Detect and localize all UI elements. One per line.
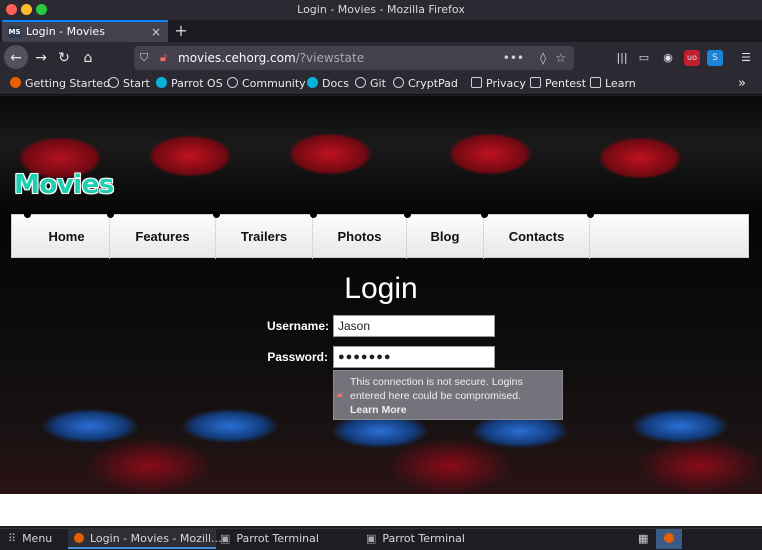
main-menu: Home Features Trailers Photos Blog Conta… xyxy=(11,211,749,259)
tab-login-movies[interactable]: MS Login - Movies × xyxy=(2,20,168,42)
extension-s-icon[interactable]: S xyxy=(707,50,723,66)
password-input[interactable]: ●●●●●●● xyxy=(333,346,495,368)
globe-icon xyxy=(355,77,366,88)
bookmark-parrot-os[interactable]: Parrot OS xyxy=(156,76,223,92)
warning-text: This connection is not secure. Logins en… xyxy=(350,376,523,402)
bookmarks-overflow-icon[interactable]: » xyxy=(738,76,746,92)
account-icon[interactable]: ◉ xyxy=(660,50,676,66)
login-heading: Login xyxy=(344,272,418,305)
firefox-icon xyxy=(74,533,84,543)
parrot-icon xyxy=(307,77,318,88)
new-tab-button[interactable]: + xyxy=(172,20,190,42)
globe-icon xyxy=(108,77,119,88)
page-footer-area xyxy=(0,494,762,526)
insecure-lock-icon[interactable]: 🔓︎ xyxy=(160,46,167,70)
menu-dot xyxy=(587,211,594,218)
url-host: movies.cehorg.com xyxy=(178,51,296,65)
menu-home[interactable]: Home xyxy=(24,215,110,259)
folder-icon xyxy=(530,77,541,88)
library-icon[interactable]: ||| xyxy=(614,50,630,66)
shield-icon[interactable]: ⛉ xyxy=(140,46,148,70)
username-input[interactable]: Jason xyxy=(333,315,495,337)
tab-close-icon[interactable]: × xyxy=(151,22,161,42)
password-label: Password: xyxy=(267,350,328,364)
insecure-login-warning: 🔓︎ This connection is not secure. Logins… xyxy=(333,370,563,420)
menu-contacts[interactable]: Contacts xyxy=(484,215,590,259)
folder-icon xyxy=(590,77,601,88)
insecure-lock-icon: 🔓︎ xyxy=(337,389,344,400)
learn-more-link[interactable]: Learn More xyxy=(350,403,407,417)
reload-button[interactable]: ↻ xyxy=(53,47,75,69)
maximize-window-button[interactable] xyxy=(36,4,47,15)
menu-photos[interactable]: Photos xyxy=(313,215,407,259)
minimize-window-button[interactable] xyxy=(21,4,32,15)
taskbar-item-terminal-2[interactable]: ▣ Parrot Terminal xyxy=(366,529,465,549)
menu-trailers[interactable]: Trailers xyxy=(216,215,313,259)
workspace-icon[interactable]: ▦ xyxy=(638,529,652,549)
page-actions-icon[interactable]: ••• xyxy=(503,46,524,70)
bookmark-git[interactable]: Git xyxy=(355,76,386,92)
site-logo[interactable]: Movies xyxy=(14,170,114,200)
parrot-icon xyxy=(156,77,167,88)
sidebar-icon[interactable]: ▭ xyxy=(636,50,652,66)
window-title: Login - Movies - Mozilla Firefox xyxy=(297,3,465,16)
bookmark-folder-privacy[interactable]: Privacy xyxy=(471,76,526,92)
url-bar[interactable]: ⛉ 🔓︎ movies.cehorg.com/?viewstate ••• ◊ … xyxy=(134,46,574,70)
close-window-button[interactable] xyxy=(6,4,17,15)
bookmark-start[interactable]: Start xyxy=(108,76,150,92)
menu-blog[interactable]: Blog xyxy=(407,215,484,259)
taskbar-item-firefox[interactable]: Login - Movies - Mozill... xyxy=(68,529,222,549)
bookmark-community[interactable]: Community xyxy=(227,76,306,92)
username-label: Username: xyxy=(266,319,329,333)
bookmark-cryptpad[interactable]: CryptPad xyxy=(393,76,458,92)
hamburger-menu-icon[interactable]: ☰ xyxy=(738,50,754,66)
apps-grid-icon: ⠿ xyxy=(8,532,17,545)
home-button[interactable]: ⌂ xyxy=(77,47,99,69)
globe-icon xyxy=(227,77,238,88)
bookmark-docs[interactable]: Docs xyxy=(307,76,349,92)
pocket-icon[interactable]: ◊ xyxy=(540,46,546,70)
web-page: Movies Home Features Trailers Photos Blo… xyxy=(0,96,762,526)
bookmark-folder-pentest[interactable]: Pentest xyxy=(530,76,586,92)
folder-icon xyxy=(471,77,482,88)
taskbar-item-terminal-1[interactable]: ▣ Parrot Terminal xyxy=(220,529,319,549)
bookmark-getting-started[interactable]: Getting Started xyxy=(10,76,110,92)
ublock-icon[interactable]: uo xyxy=(684,50,700,66)
bookmark-star-icon[interactable]: ☆ xyxy=(555,46,566,70)
menu-features[interactable]: Features xyxy=(110,215,216,259)
firefox-icon xyxy=(10,77,21,88)
taskbar-menu-button[interactable]: ⠿ Menu xyxy=(8,529,52,549)
back-arrow-icon: ← xyxy=(10,50,22,66)
tray-firefox-icon[interactable] xyxy=(656,529,682,549)
forward-button[interactable]: → xyxy=(30,47,52,69)
bookmark-folder-learn[interactable]: Learn xyxy=(590,76,636,92)
terminal-icon: ▣ xyxy=(220,532,231,545)
site-favicon-icon: MS xyxy=(8,26,21,38)
tab-title: Login - Movies xyxy=(26,25,105,38)
terminal-icon: ▣ xyxy=(366,532,377,545)
url-path: /?viewstate xyxy=(295,51,365,65)
window-titlebar: Login - Movies - Mozilla Firefox xyxy=(0,0,762,20)
globe-icon xyxy=(393,77,404,88)
